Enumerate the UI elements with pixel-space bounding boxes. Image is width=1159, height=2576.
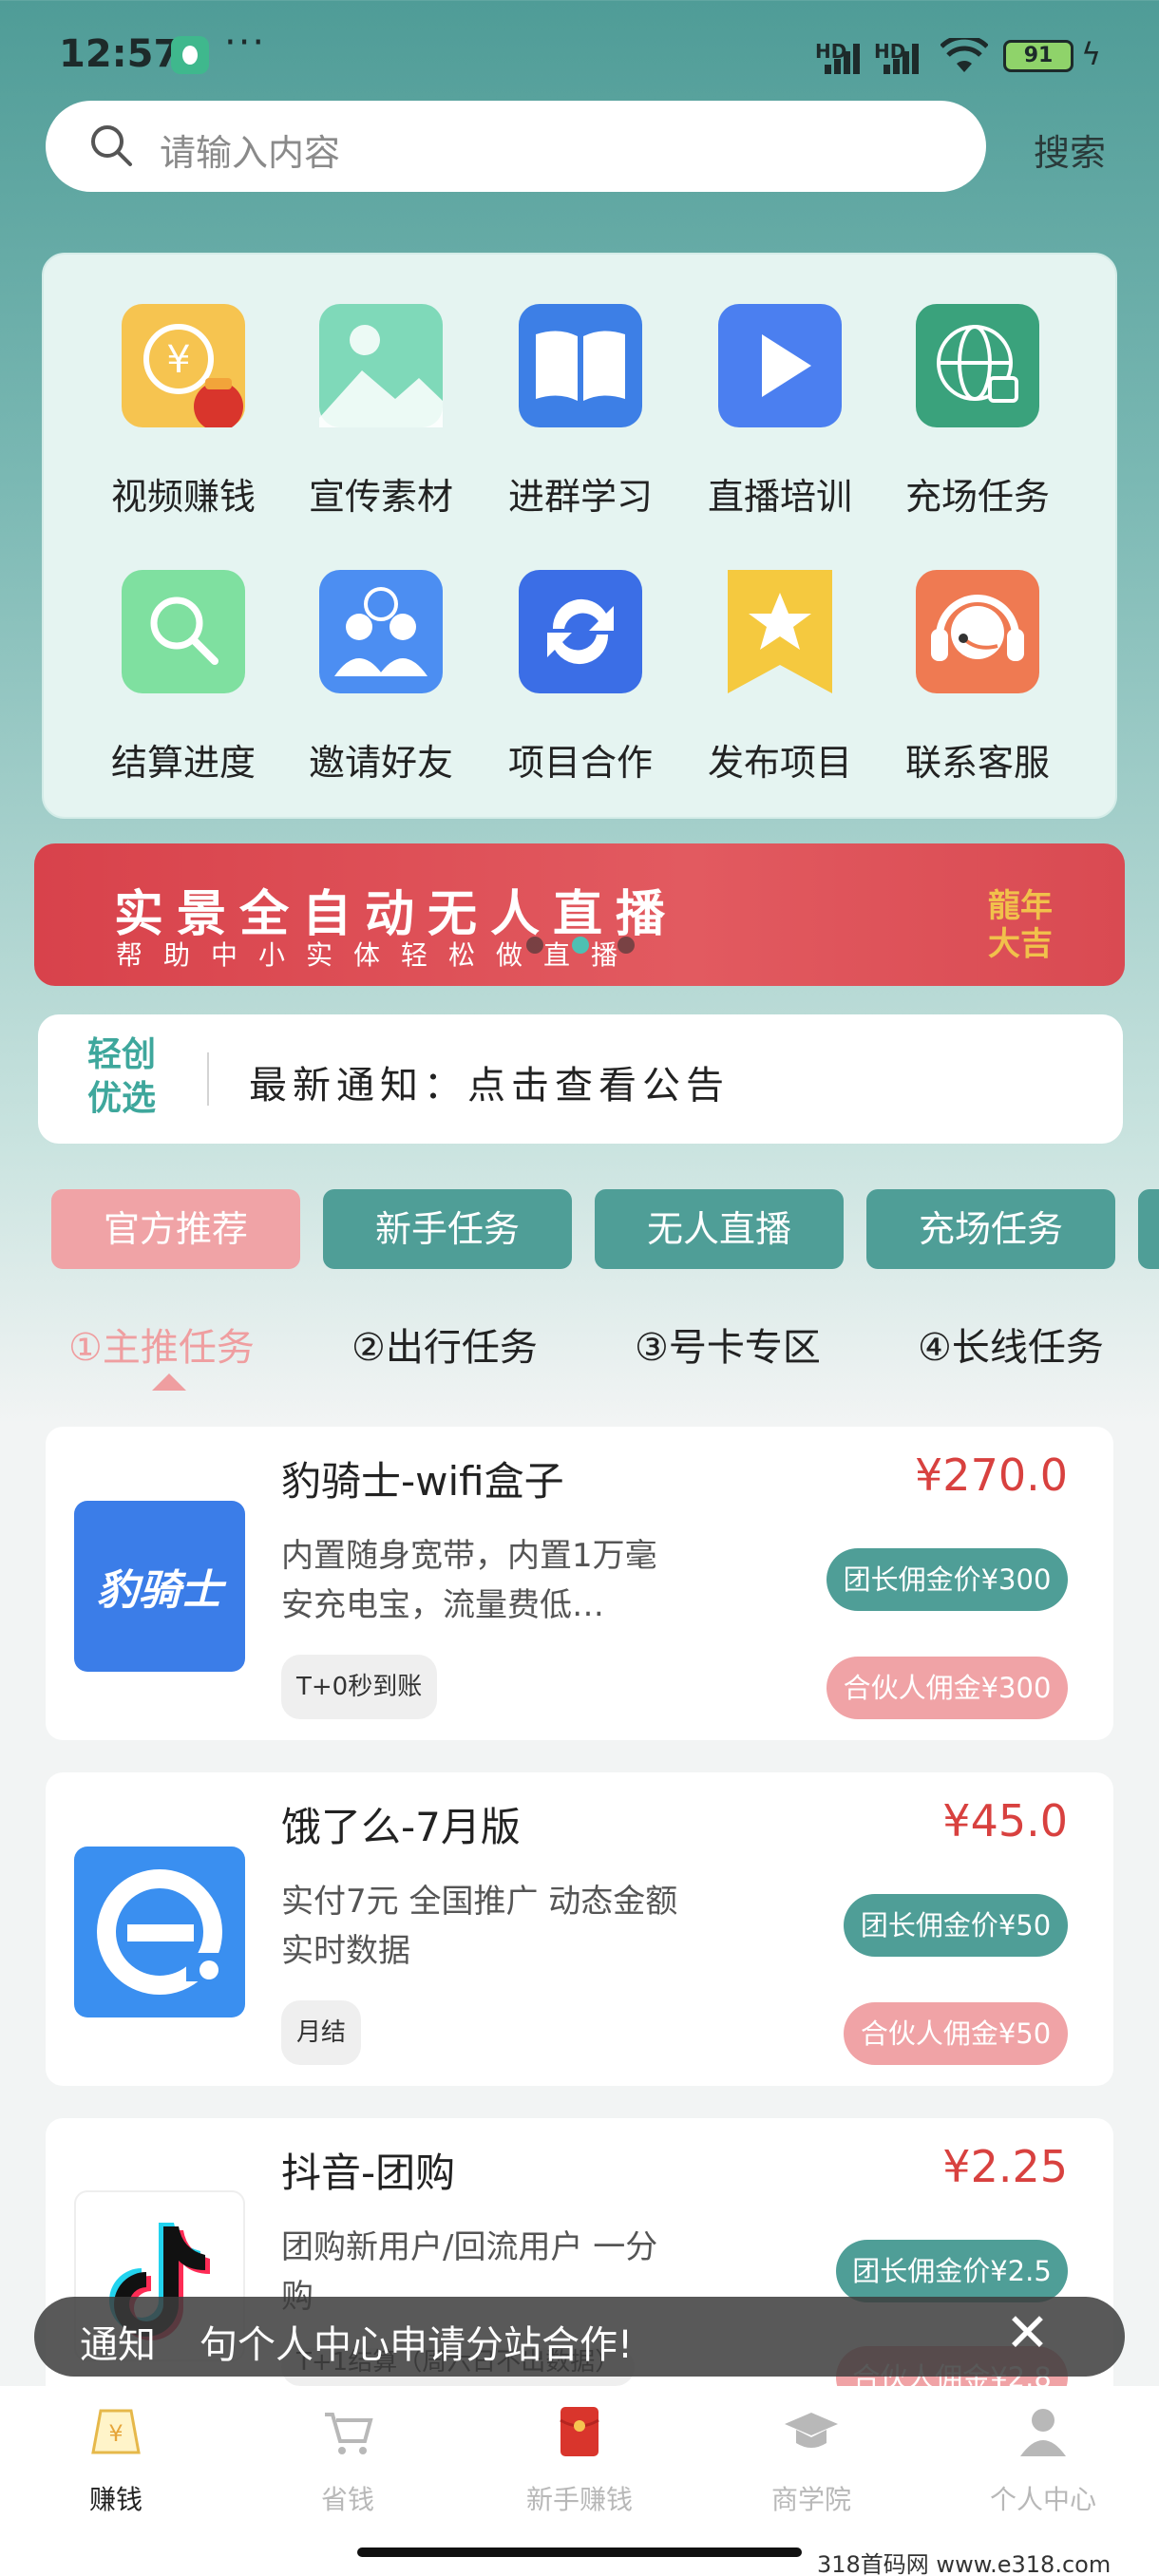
active-tab-indicator xyxy=(152,1373,186,1391)
charging-icon: ϟ xyxy=(1081,36,1102,72)
eleme-logo xyxy=(74,1847,245,2017)
grid-item-publish[interactable]: 发布项目 xyxy=(680,522,880,784)
search-placeholder: 请输入内容 xyxy=(160,132,341,174)
grid-item-venue-task[interactable]: 充场任务 xyxy=(878,256,1077,518)
nav-earn[interactable]: ¥ 赚钱 xyxy=(0,2403,232,2517)
grid-item-promo-material[interactable]: 宣传素材 xyxy=(281,256,481,518)
grid-label: 项目合作 xyxy=(507,742,653,784)
grid-item-invite[interactable]: 邀请好友 xyxy=(281,522,481,784)
grid-item-video-earn[interactable]: ¥ 视频赚钱 xyxy=(84,256,283,518)
star-flag-icon xyxy=(718,570,842,693)
cart-icon xyxy=(325,2413,373,2454)
play-icon xyxy=(718,304,842,427)
magnifier-icon xyxy=(122,570,245,693)
nav-save[interactable]: 省钱 xyxy=(232,2403,464,2517)
banner-dragon-logo: 龍年大吉 xyxy=(988,887,1053,963)
grid-label: 结算进度 xyxy=(110,742,256,784)
earn-icon: ¥ xyxy=(91,2409,141,2454)
notice-logo: 轻创 优选 xyxy=(87,1035,157,1118)
battery-icon: 91 xyxy=(1003,40,1074,72)
toast-label: 通知 xyxy=(80,2323,156,2367)
grid-label: 直播培训 xyxy=(707,476,852,518)
status-time: 12:57 xyxy=(59,32,180,76)
grid-item-join-group[interactable]: 进群学习 xyxy=(481,256,680,518)
task-title: 抖音-团购 xyxy=(281,2150,456,2196)
headset-icon xyxy=(916,570,1039,693)
grid-label: 视频赚钱 xyxy=(110,476,256,518)
nav-business-school[interactable]: 商学院 xyxy=(695,2403,927,2517)
divider xyxy=(207,1052,209,1106)
sync-icon xyxy=(519,570,642,693)
leader-commission-badge[interactable]: 团长佣金价¥2.5 xyxy=(836,2240,1068,2302)
signal-icon-2 xyxy=(884,44,925,74)
tab-venue-task[interactable]: 充场任务 xyxy=(866,1189,1115,1269)
tab-official-recommend[interactable]: 官方推荐 xyxy=(51,1189,300,1269)
grid-label: 进群学习 xyxy=(507,476,653,518)
person-icon xyxy=(1020,2409,1066,2456)
notice-text[interactable]: 最新通知：点击查看公告 xyxy=(249,1054,730,1109)
task-title: 豹骑士-wifi盒子 xyxy=(281,1458,564,1505)
grid-label: 宣传素材 xyxy=(308,476,453,518)
red-envelope-icon xyxy=(560,2407,599,2456)
subtab-main-task[interactable]: ①主推任务 xyxy=(68,1316,255,1372)
nav-newbie-earn[interactable]: 新手赚钱 xyxy=(464,2403,695,2517)
close-icon[interactable]: ✕ xyxy=(1005,2302,1050,2364)
settlement-tag: T+0秒到账 xyxy=(281,1655,438,1719)
tab-more[interactable] xyxy=(1138,1189,1159,1269)
svg-text:¥: ¥ xyxy=(108,2420,123,2447)
svg-text:¥: ¥ xyxy=(166,338,190,382)
carousel-dot[interactable] xyxy=(526,937,543,954)
grid-item-customer-service[interactable]: 联系客服 xyxy=(878,522,1077,784)
nav-personal-center[interactable]: 个人中心 xyxy=(927,2403,1159,2517)
subtab-long-term[interactable]: ④长线任务 xyxy=(918,1316,1104,1372)
leader-commission-badge[interactable]: 团长佣金价¥300 xyxy=(826,1548,1068,1611)
task-price: ¥270.0 xyxy=(915,1449,1068,1501)
partner-commission-badge[interactable]: 合伙人佣金¥300 xyxy=(826,1657,1068,1719)
signal-icon-1 xyxy=(825,44,866,74)
leopard-knight-logo: 豹骑士 xyxy=(74,1501,245,1672)
task-title: 饿了么-7月版 xyxy=(281,1804,521,1850)
carousel-dot[interactable] xyxy=(618,937,635,954)
wifi-icon xyxy=(940,38,988,72)
grid-item-live-training[interactable]: 直播培训 xyxy=(680,256,880,518)
toast-message: 句个人中心申请分站合作! xyxy=(200,2323,634,2367)
globe-lock-icon xyxy=(916,304,1039,427)
app-notification-icon xyxy=(171,36,209,74)
grid-label: 发布项目 xyxy=(707,742,852,784)
home-indicator[interactable] xyxy=(357,2548,802,2557)
carousel-dot-active[interactable] xyxy=(572,937,589,954)
partner-commission-badge[interactable]: 合伙人佣金¥50 xyxy=(844,2002,1068,2065)
image-icon xyxy=(319,304,443,427)
grid-label: 联系客服 xyxy=(904,742,1050,784)
search-icon xyxy=(91,125,132,166)
subtab-sim-card[interactable]: ③号卡专区 xyxy=(635,1316,821,1372)
leader-commission-badge[interactable]: 团长佣金价¥50 xyxy=(844,1894,1068,1957)
tab-unmanned-live[interactable]: 无人直播 xyxy=(595,1189,844,1269)
video-earn-icon: ¥ xyxy=(122,304,245,431)
settlement-tag: 月结 xyxy=(281,2000,362,2065)
graduation-cap-icon xyxy=(785,2413,838,2448)
more-notifications-icon: ··· xyxy=(224,21,267,65)
grid-label: 充场任务 xyxy=(904,476,1050,518)
task-price: ¥2.25 xyxy=(942,2141,1068,2192)
task-description: 内置随身宽带，内置1万毫安充电宝，流量费低… xyxy=(281,1537,657,1624)
subtab-travel-task[interactable]: ②出行任务 xyxy=(352,1316,538,1372)
tab-newbie-task[interactable]: 新手任务 xyxy=(323,1189,572,1269)
search-button[interactable]: 搜索 xyxy=(1034,123,1106,176)
grid-item-settlement[interactable]: 结算进度 xyxy=(84,522,283,784)
task-description: 实付7元 全国推广 动态金额 实时数据 xyxy=(281,1883,678,1970)
watermark: 318首码网 www.e318.com xyxy=(817,2551,1112,2576)
grid-item-cooperation[interactable]: 项目合作 xyxy=(481,522,680,784)
grid-label: 邀请好友 xyxy=(308,742,453,784)
book-icon xyxy=(519,304,642,427)
users-icon xyxy=(319,570,443,693)
task-price: ¥45.0 xyxy=(942,1795,1068,1847)
banner-subtitle: 帮助中小实体轻松做直播 xyxy=(116,939,639,971)
